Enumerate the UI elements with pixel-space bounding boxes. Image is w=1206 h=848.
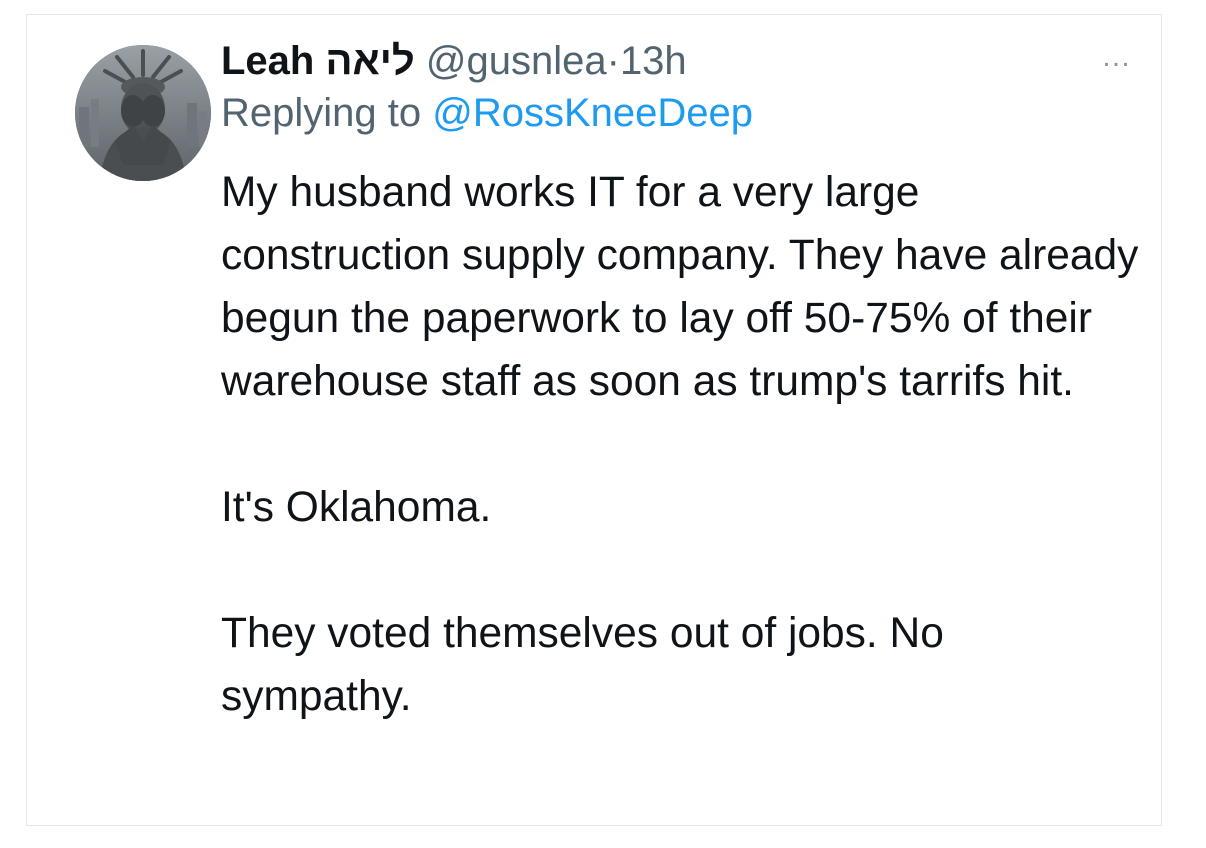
tweet-text: My husband works IT for a very large con… (221, 161, 1141, 728)
tweet-header: Leah ליאה @gusnlea·13h (221, 35, 1141, 87)
avatar[interactable] (75, 45, 211, 181)
replying-prefix: Replying to (221, 91, 422, 135)
replying-to: Replying to @RossKneeDeep (221, 87, 1141, 139)
tweet-paragraph: They voted themselves out of jobs. No sy… (221, 610, 944, 720)
tweet-content: Leah ליאה @gusnlea·13h Replying to @Ross… (221, 35, 1141, 728)
tweet-paragraph: It's Oklahoma. (221, 484, 492, 531)
more-icon: … (1101, 40, 1131, 73)
reply-mention-link[interactable]: @RossKneeDeep (432, 91, 753, 135)
tweet-paragraph: My husband works IT for a very large con… (221, 169, 1139, 405)
more-options-button[interactable]: … (1095, 37, 1135, 77)
separator-dot: · (606, 39, 620, 83)
display-name[interactable]: Leah ליאה (221, 39, 415, 83)
timestamp[interactable]: 13h (620, 39, 687, 83)
user-handle[interactable]: @gusnlea (426, 39, 607, 83)
tweet-card[interactable]: Leah ליאה @gusnlea·13h Replying to @Ross… (26, 14, 1162, 826)
